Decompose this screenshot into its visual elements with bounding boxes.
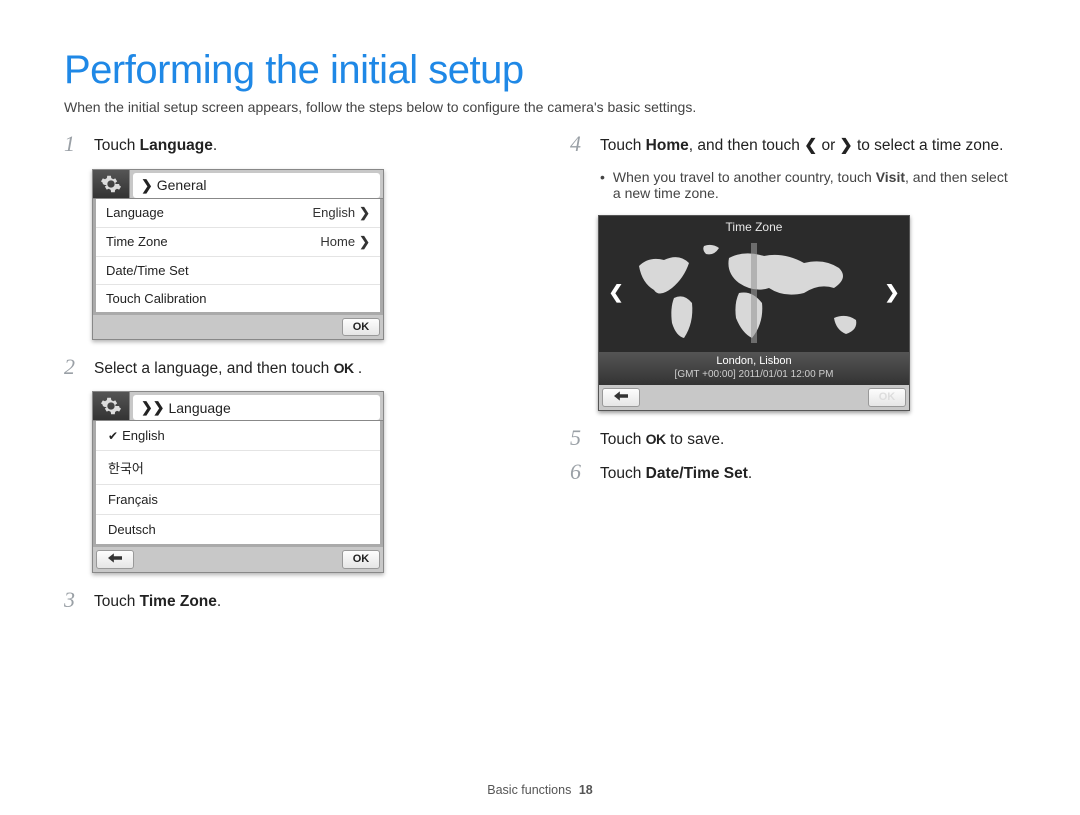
step1-post: . (213, 137, 217, 154)
step3-pre: Touch (94, 593, 140, 610)
step5-post: to save. (666, 431, 725, 448)
step-number: 1 (64, 133, 82, 155)
double-chevron-right-icon: ❯❯ (141, 399, 164, 416)
step1-bold: Language (140, 137, 213, 154)
general-tab-label: General (157, 177, 207, 193)
row-touchcal[interactable]: Touch Calibration (96, 284, 380, 312)
step4-sub-pre: When you travel to another country, touc… (613, 169, 876, 185)
chevron-left-icon: ❮ (608, 282, 623, 303)
step4-sub-bold: Visit (876, 169, 905, 185)
step4-bold: Home (646, 137, 689, 154)
timezone-panel: Time Zone ❮ ❯ (598, 215, 910, 411)
step2-pre: Select a language, and then touch (94, 360, 334, 377)
step4-or: or (817, 137, 839, 154)
intro-text: When the initial setup screen appears, f… (64, 99, 1016, 115)
row-datetime[interactable]: Date/Time Set (96, 256, 380, 284)
page-title: Performing the initial setup (64, 48, 1016, 93)
lang-item-label: Français (108, 492, 158, 507)
chevron-right-icon: ❯ (359, 234, 370, 250)
lang-item-english[interactable]: ✔ English (96, 421, 380, 450)
step6-post: . (748, 465, 752, 482)
language-panel: ❯❯ Language ✔ English 한국어 Français (92, 391, 384, 573)
row-language[interactable]: Language English ❯ (96, 199, 380, 227)
step-number: 4 (570, 133, 588, 155)
world-map-icon (629, 238, 879, 348)
page-footer: Basic functions 18 (0, 783, 1080, 797)
step-number: 2 (64, 356, 82, 378)
ok-icon: OK (646, 431, 666, 447)
step-4: 4 Touch Home, and then touch ❮ or ❯ to s… (570, 135, 1016, 157)
chevron-right-icon: ❯ (141, 177, 153, 194)
chevron-left-icon: ❮ (804, 137, 817, 154)
general-tab[interactable]: ❯ General (133, 173, 380, 198)
lang-item-korean[interactable]: 한국어 (96, 450, 380, 484)
row-timezone[interactable]: Time Zone Home ❯ (96, 227, 380, 256)
step-number: 5 (570, 427, 588, 449)
timezone-info: London, Lisbon [GMT +00:00] 2011/01/01 1… (599, 352, 909, 385)
lang-item-german[interactable]: Deutsch (96, 514, 380, 544)
step4-mid: , and then touch (689, 137, 804, 154)
chevron-right-icon: ❯ (359, 205, 370, 221)
ok-button[interactable]: OK (342, 550, 380, 569)
language-tab[interactable]: ❯❯ Language (133, 395, 380, 420)
timezone-title: Time Zone (599, 216, 909, 234)
step-2: 2 Select a language, and then touch OK . (64, 358, 510, 380)
ok-icon: OK (334, 360, 354, 376)
step-6: 6 Touch Date/Time Set. (570, 463, 1016, 485)
row-language-label: Language (106, 205, 164, 220)
step5-pre: Touch (600, 431, 646, 448)
step-5: 5 Touch OK to save. (570, 429, 1016, 451)
step4-sub: When you travel to another country, touc… (600, 169, 1016, 201)
step1-pre: Touch (94, 137, 140, 154)
back-button[interactable] (96, 550, 134, 569)
step-number: 6 (570, 461, 588, 483)
left-column: 1 Touch Language. ❯ General (64, 135, 510, 625)
step2-post: . (354, 360, 363, 377)
step6-bold: Date/Time Set (646, 465, 748, 482)
step-3: 3 Touch Time Zone. (64, 591, 510, 613)
step4-post: to select a time zone. (853, 137, 1004, 154)
step-number: 3 (64, 589, 82, 611)
lang-item-label: 한국어 (108, 458, 144, 477)
row-timezone-label: Time Zone (106, 234, 168, 249)
row-timezone-value: Home (320, 234, 355, 249)
step3-post: . (217, 593, 221, 610)
general-panel: ❯ General Language English ❯ Time Zone H… (92, 169, 384, 340)
back-button[interactable] (602, 388, 640, 407)
footer-page-number: 18 (579, 783, 593, 797)
footer-label: Basic functions (487, 783, 571, 797)
step-1: 1 Touch Language. (64, 135, 510, 157)
next-timezone-button[interactable]: ❯ (885, 286, 899, 300)
right-column: 4 Touch Home, and then touch ❮ or ❯ to s… (570, 135, 1016, 625)
language-tab-label: Language (168, 400, 230, 416)
step3-bold: Time Zone (140, 593, 217, 610)
lang-item-label: Deutsch (108, 522, 156, 537)
step6-pre: Touch (600, 465, 646, 482)
ok-button[interactable]: OK (342, 318, 380, 336)
lang-item-label: English (122, 428, 165, 443)
chevron-right-icon: ❯ (884, 282, 899, 303)
chevron-right-icon: ❯ (840, 137, 853, 154)
gear-icon (93, 392, 130, 420)
gear-icon (93, 170, 130, 198)
back-arrow-icon (108, 553, 122, 563)
prev-timezone-button[interactable]: ❮ (609, 286, 623, 300)
back-arrow-icon (614, 391, 628, 401)
row-language-value: English (312, 205, 355, 220)
timezone-gmt-line: [GMT +00:00] 2011/01/01 12:00 PM (599, 368, 909, 381)
lang-item-french[interactable]: Français (96, 484, 380, 514)
step4-pre: Touch (600, 137, 646, 154)
row-datetime-label: Date/Time Set (106, 263, 189, 278)
check-icon: ✔ (108, 429, 118, 443)
ok-button[interactable]: OK (868, 388, 906, 407)
timezone-location: London, Lisbon (599, 354, 909, 368)
row-touchcal-label: Touch Calibration (106, 291, 206, 306)
